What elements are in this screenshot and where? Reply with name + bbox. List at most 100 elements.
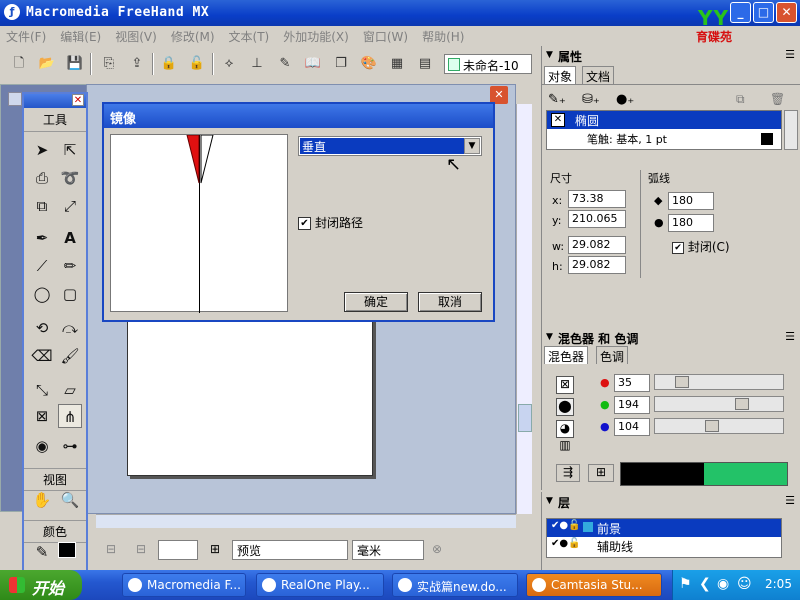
- tray-record-icon[interactable]: ◉: [717, 576, 729, 592]
- layer-row[interactable]: ✔●🔓 辅助线: [547, 537, 781, 555]
- eraser-icon[interactable]: ⌫: [30, 344, 54, 368]
- blue-slider[interactable]: [654, 418, 784, 434]
- tab-tints[interactable]: 色调: [596, 346, 629, 364]
- open-folder-icon[interactable]: 📂: [36, 53, 58, 75]
- blue-field[interactable]: 104: [614, 418, 650, 436]
- add-stroke-icon[interactable]: ✎₊: [548, 92, 566, 107]
- close-button[interactable]: ✕: [776, 2, 797, 23]
- units-select[interactable]: 毫米: [352, 540, 424, 560]
- tray-expand-icon[interactable]: ❮: [699, 576, 711, 592]
- panel-menu-icon[interactable]: ☰: [785, 494, 795, 507]
- mirror-axis-dropdown[interactable]: 垂直 ▼: [298, 136, 482, 156]
- green-slider-thumb[interactable]: [735, 398, 749, 410]
- cancel-redraw-icon[interactable]: ⊗: [432, 542, 442, 556]
- selected-object-row[interactable]: ✕ 椭圆: [547, 111, 781, 129]
- layers-header[interactable]: ▼ 层 ☰: [542, 492, 800, 510]
- export-icon[interactable]: ⇪: [126, 53, 148, 75]
- menu-modify[interactable]: 修改(M): [165, 26, 223, 45]
- eyedropper-icon[interactable]: ⤢: [58, 194, 82, 218]
- add-to-swatches-icon[interactable]: ⇶: [556, 464, 580, 482]
- collapse-triangle-icon[interactable]: ▼: [546, 496, 553, 506]
- stroke-color-swatch[interactable]: [761, 133, 773, 145]
- start-button[interactable]: 开始: [0, 570, 82, 600]
- layer-visibility-icon[interactable]: ✔●🔓: [551, 520, 581, 531]
- tab-object[interactable]: 对象: [544, 66, 577, 84]
- rotate-icon[interactable]: ⟲: [30, 316, 54, 340]
- swatches-icon[interactable]: ▤: [414, 53, 436, 75]
- color-well[interactable]: [620, 462, 788, 486]
- add-effect-icon[interactable]: ●₊: [616, 92, 634, 107]
- task-word-document[interactable]: 实战篇new.do...: [392, 573, 518, 597]
- task-camtasia[interactable]: Camtasia Stu...: [526, 573, 662, 597]
- width-field[interactable]: 29.082: [568, 236, 626, 254]
- menu-window[interactable]: 窗口(W): [357, 26, 416, 45]
- vertical-scrollbar[interactable]: [516, 104, 532, 514]
- cancel-button[interactable]: 取消: [418, 292, 482, 312]
- tools-close-icon[interactable]: ✕: [72, 94, 84, 106]
- hls-icon[interactable]: ◕: [556, 420, 574, 438]
- y-field[interactable]: 210.065: [568, 210, 626, 228]
- tools-panel-header[interactable]: ✕: [24, 94, 86, 108]
- rectangle-icon[interactable]: ▢: [58, 282, 82, 306]
- tray-qq-icon[interactable]: ☺: [737, 576, 752, 592]
- closed-checkbox[interactable]: ✔: [672, 241, 684, 254]
- attribute-list-scrollbar[interactable]: [784, 110, 798, 150]
- subselect-icon[interactable]: ⇱: [58, 138, 82, 162]
- collapse-triangle-icon[interactable]: ▼: [546, 332, 553, 342]
- zoom-icon[interactable]: 🔍: [58, 488, 82, 512]
- rgb-icon[interactable]: ⬤: [556, 398, 574, 416]
- document-window-icon[interactable]: [8, 92, 22, 106]
- pen-icon[interactable]: ✒: [30, 226, 54, 250]
- green-field[interactable]: 194: [614, 396, 650, 414]
- panel-menu-icon[interactable]: ☰: [785, 48, 795, 61]
- chart-icon[interactable]: ◉: [30, 434, 54, 458]
- import-icon[interactable]: ⎘: [98, 53, 120, 75]
- unlock-icon[interactable]: 🔓: [186, 53, 208, 75]
- document-page[interactable]: [127, 316, 373, 476]
- red-slider[interactable]: [654, 374, 784, 390]
- align-icon[interactable]: ⊥: [246, 53, 268, 75]
- layer-row[interactable]: ✔●🔓 前景: [547, 519, 781, 537]
- pencil-icon[interactable]: ✏: [58, 254, 82, 278]
- chevron-down-icon[interactable]: ▼: [464, 138, 480, 154]
- page-number-field[interactable]: [158, 540, 198, 560]
- ok-button[interactable]: 确定: [344, 292, 408, 312]
- close-path-option[interactable]: ✔ 封闭路径: [298, 214, 363, 231]
- table-icon[interactable]: ▦: [386, 53, 408, 75]
- arc-start-field[interactable]: 180: [668, 192, 714, 210]
- x-field[interactable]: 73.38: [568, 190, 626, 208]
- layers-icon[interactable]: ❐: [330, 53, 352, 75]
- menu-xtras[interactable]: 外加功能(X): [277, 26, 357, 45]
- mixer-header[interactable]: ▼ 混色器 和 色调 ☰: [542, 328, 800, 346]
- prev-page-icon[interactable]: ⊟: [106, 542, 116, 556]
- blue-slider-thumb[interactable]: [705, 420, 719, 432]
- document-selector[interactable]: 未命名-10: [444, 54, 532, 74]
- task-realone[interactable]: RealOne Play...: [256, 573, 384, 597]
- green-slider[interactable]: [654, 396, 784, 412]
- system-color-icon[interactable]: ▥: [556, 438, 574, 456]
- menu-view[interactable]: 视图(V): [109, 26, 165, 45]
- tab-document[interactable]: 文档: [582, 66, 615, 84]
- edit-icon[interactable]: ✎: [274, 53, 296, 75]
- scroll-thumb[interactable]: [518, 404, 532, 432]
- red-field[interactable]: 35: [614, 374, 650, 392]
- trace-icon[interactable]: ⧉: [30, 194, 54, 218]
- menu-text[interactable]: 文本(T): [223, 26, 278, 45]
- menu-file[interactable]: 文件(F): [0, 26, 54, 45]
- tab-mixer[interactable]: 混色器: [544, 346, 589, 364]
- duplicate-attribute-icon[interactable]: ⧉: [736, 92, 745, 107]
- hand-icon[interactable]: ✋: [30, 488, 54, 512]
- menu-help[interactable]: 帮助(H): [416, 26, 472, 45]
- menu-edit[interactable]: 编辑(E): [54, 26, 109, 45]
- arc-end-field[interactable]: 180: [668, 214, 714, 232]
- mirror-icon[interactable]: ⋔: [58, 404, 82, 428]
- save-icon[interactable]: 💾: [64, 53, 86, 75]
- red-slider-thumb[interactable]: [675, 376, 689, 388]
- closed-option[interactable]: ✔ 封闭(C): [672, 238, 730, 255]
- freehand-app-icon[interactable]: ƒ: [4, 4, 20, 20]
- text-tool-icon[interactable]: A: [58, 226, 82, 250]
- transform-icon[interactable]: ⟡: [218, 53, 240, 75]
- panel-menu-icon[interactable]: ☰: [785, 330, 795, 343]
- skew-icon[interactable]: ▱: [58, 378, 82, 402]
- add-fill-icon[interactable]: ⛁₊: [582, 92, 600, 107]
